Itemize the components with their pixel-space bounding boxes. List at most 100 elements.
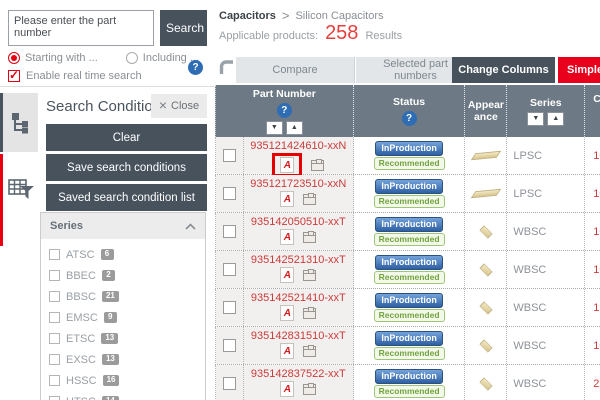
- radio-unselected-icon[interactable]: [126, 52, 138, 64]
- header-capacitance-label: C: [593, 93, 600, 105]
- sort-ascending-button[interactable]: [286, 121, 303, 135]
- part-number-link[interactable]: 935142521410-xxT: [251, 292, 346, 304]
- series-option-etsc[interactable]: ETSC 13: [49, 328, 197, 349]
- simple-tab-button[interactable]: Simple: [558, 57, 600, 83]
- annotation-highlight-box: [272, 153, 302, 177]
- collapse-chevron-icon[interactable]: [185, 223, 196, 230]
- checkbox-icon[interactable]: [49, 333, 60, 344]
- help-icon[interactable]: [188, 60, 203, 75]
- series-option-bbec[interactable]: BBEC 2: [49, 265, 197, 286]
- series-option-atsc[interactable]: ATSC 6: [49, 244, 197, 265]
- series-section-header[interactable]: Series: [41, 213, 205, 239]
- series-option-bbsc[interactable]: BBSC 21: [49, 286, 197, 307]
- series-cell: WBSC: [507, 365, 585, 400]
- checked-checkbox-icon[interactable]: [8, 70, 20, 82]
- row-checkbox[interactable]: [223, 187, 236, 200]
- packaging-icon[interactable]: [303, 384, 316, 395]
- row-checkbox[interactable]: [223, 301, 236, 314]
- row-checkbox[interactable]: [223, 149, 236, 162]
- table-row: 935121424610-xxN InProduction Recommende…: [215, 137, 600, 175]
- checkbox-icon[interactable]: [49, 396, 60, 400]
- part-number-search-input[interactable]: [8, 10, 154, 46]
- save-search-conditions-button[interactable]: Save search conditions: [46, 154, 207, 181]
- pdf-datasheet-icon[interactable]: [280, 229, 294, 245]
- series-option-emsc[interactable]: EMSC 9: [49, 307, 197, 328]
- pdf-datasheet-icon[interactable]: [280, 381, 294, 397]
- series-cell: WBSC: [507, 289, 585, 326]
- table-row: 935142521410-xxT InProduction Recommende…: [215, 289, 600, 327]
- realtime-search-option[interactable]: Enable real time search: [8, 70, 142, 82]
- help-icon[interactable]: [277, 103, 292, 118]
- checkbox-icon[interactable]: [49, 354, 60, 365]
- results-count: 258: [325, 25, 358, 42]
- capacitance-cell: 10: [585, 213, 600, 250]
- packaging-icon[interactable]: [303, 346, 316, 357]
- saved-search-condition-list-button[interactable]: Saved search condition list: [46, 184, 207, 211]
- checkbox-icon[interactable]: [49, 312, 60, 323]
- packaging-icon[interactable]: [311, 160, 324, 171]
- capacitance-cell: 10: [585, 175, 600, 212]
- table-row: 935142837522-xxT InProduction Recommende…: [215, 365, 600, 400]
- capacitance-cell: 1n: [585, 289, 600, 326]
- checkbox-icon[interactable]: [49, 375, 60, 386]
- change-columns-button[interactable]: Change Columns: [452, 57, 555, 83]
- radio-starting-with[interactable]: Starting with ...: [8, 52, 98, 64]
- help-icon[interactable]: [402, 111, 417, 126]
- status-badge-inproduction: InProduction: [375, 331, 443, 346]
- checkbox-icon[interactable]: [49, 291, 60, 302]
- search-button[interactable]: Search: [160, 10, 207, 46]
- part-number-link[interactable]: 935142837522-xxT: [251, 368, 346, 380]
- packaging-icon[interactable]: [303, 308, 316, 319]
- tab-category-tree[interactable]: [0, 93, 38, 152]
- header-appearance-label: Appearance: [467, 99, 504, 123]
- tab-parametric-search[interactable]: [0, 154, 38, 246]
- series-option-htsc[interactable]: HTSC 14: [49, 391, 197, 400]
- series-option-hssc[interactable]: HSSC 16: [49, 370, 197, 391]
- results-suffix: Results: [365, 30, 402, 42]
- breadcrumb-separator: >: [282, 8, 290, 23]
- pdf-datasheet-icon[interactable]: [280, 191, 294, 207]
- checkbox-icon[interactable]: [49, 249, 60, 260]
- part-number-link[interactable]: 935142521310-xxT: [251, 254, 346, 266]
- status-badge-recommended: Recommended: [374, 195, 445, 208]
- packaging-icon[interactable]: [303, 232, 316, 243]
- packaging-icon[interactable]: [303, 194, 316, 205]
- part-number-link[interactable]: 935121723510-xxN: [250, 178, 346, 190]
- radio-starting-label: Starting with ...: [25, 52, 98, 64]
- pdf-datasheet-icon[interactable]: [280, 305, 294, 321]
- series-option-label: EXSC: [66, 354, 96, 366]
- capacitor-thumbnail: [479, 301, 492, 314]
- capacitor-thumbnail: [479, 225, 492, 238]
- clear-button[interactable]: Clear: [46, 124, 207, 151]
- pdf-datasheet-icon[interactable]: [280, 267, 294, 283]
- table-filter-icon: [8, 178, 34, 200]
- header-status-label: Status: [393, 96, 425, 108]
- sort-ascending-button[interactable]: [547, 112, 564, 126]
- return-arrow-icon: [219, 59, 234, 77]
- series-option-list: ATSC 6 BBEC 2 BBSC 21 EMSC 9 ETSC 13: [41, 239, 205, 400]
- row-checkbox[interactable]: [223, 225, 236, 238]
- series-option-label: HSSC: [66, 375, 97, 387]
- count-badge: 13: [101, 333, 118, 345]
- count-badge: 21: [102, 291, 119, 303]
- close-panel-button[interactable]: Close: [151, 94, 207, 118]
- series-cell: WBSC: [507, 327, 585, 364]
- pdf-datasheet-icon[interactable]: [280, 343, 294, 359]
- row-checkbox[interactable]: [223, 339, 236, 352]
- table-row: 935121723510-xxN InProduction Recommende…: [215, 175, 600, 213]
- compare-button[interactable]: Compare: [236, 57, 355, 83]
- radio-selected-icon[interactable]: [8, 52, 20, 64]
- packaging-icon[interactable]: [303, 270, 316, 281]
- pdf-datasheet-icon[interactable]: [280, 157, 294, 173]
- sort-descending-button[interactable]: [266, 121, 283, 135]
- row-checkbox[interactable]: [223, 377, 236, 390]
- checkbox-icon[interactable]: [49, 270, 60, 281]
- row-checkbox[interactable]: [223, 263, 236, 276]
- sort-descending-button[interactable]: [527, 112, 544, 126]
- part-number-link[interactable]: 935121424610-xxN: [250, 140, 346, 152]
- series-option-exsc[interactable]: EXSC 13: [49, 349, 197, 370]
- series-option-label: EMSC: [66, 312, 98, 324]
- part-number-link[interactable]: 935142050510-xxT: [251, 216, 346, 228]
- part-number-link[interactable]: 935142831510-xxT: [251, 330, 346, 342]
- breadcrumb-capacitors-link[interactable]: Capacitors: [219, 10, 276, 22]
